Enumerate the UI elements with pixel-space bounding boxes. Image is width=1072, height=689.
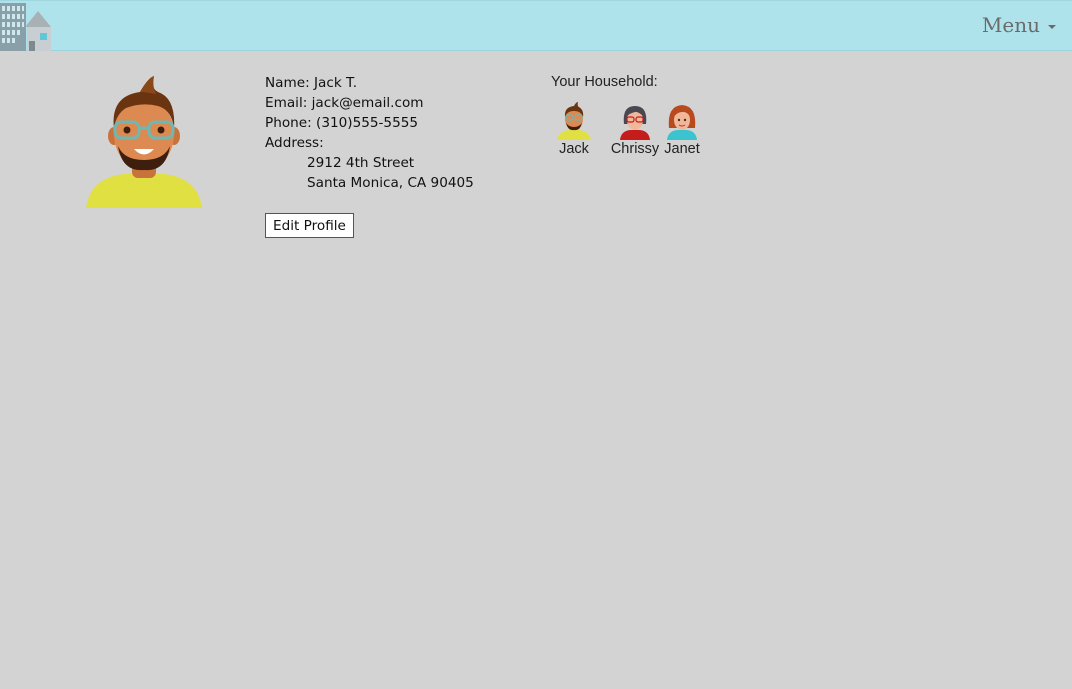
menu-label: Menu: [981, 13, 1040, 37]
household-member-janet[interactable]: Janet: [662, 102, 702, 157]
address-line-1: 2912 4th Street: [307, 155, 415, 171]
building-house-logo-icon[interactable]: [0, 3, 54, 53]
profile-info: Name: Jack T. Email: jack@email.com Phon…: [265, 73, 474, 193]
household-member-name: Jack: [559, 141, 589, 157]
man-with-glasses-avatar-icon: [557, 102, 591, 140]
woman-with-glasses-avatar-icon: [620, 106, 650, 140]
menu-dropdown-button[interactable]: Menu: [982, 13, 1056, 37]
address-label: Address:: [265, 135, 324, 151]
man-with-glasses-avatar-icon: [86, 76, 202, 208]
profile-phone: Phone: (310)555-5555: [265, 115, 419, 131]
household-member-chrissy[interactable]: Chrissy: [610, 102, 660, 157]
profile-email: Email: jack@email.com: [265, 95, 424, 111]
household-member-name: Chrissy: [610, 141, 660, 157]
top-navigation-bar: Menu: [0, 0, 1072, 51]
profile-name: Name: Jack T.: [265, 75, 358, 91]
caret-down-icon: [1048, 25, 1056, 29]
woman-red-hair-avatar-icon: [667, 105, 697, 140]
edit-profile-button[interactable]: Edit Profile: [265, 213, 354, 238]
address-line-2: Santa Monica, CA 90405: [307, 175, 474, 191]
household-member-jack[interactable]: Jack: [555, 102, 593, 157]
household-member-name: Janet: [664, 141, 700, 157]
household-title: Your Household:: [551, 74, 658, 90]
